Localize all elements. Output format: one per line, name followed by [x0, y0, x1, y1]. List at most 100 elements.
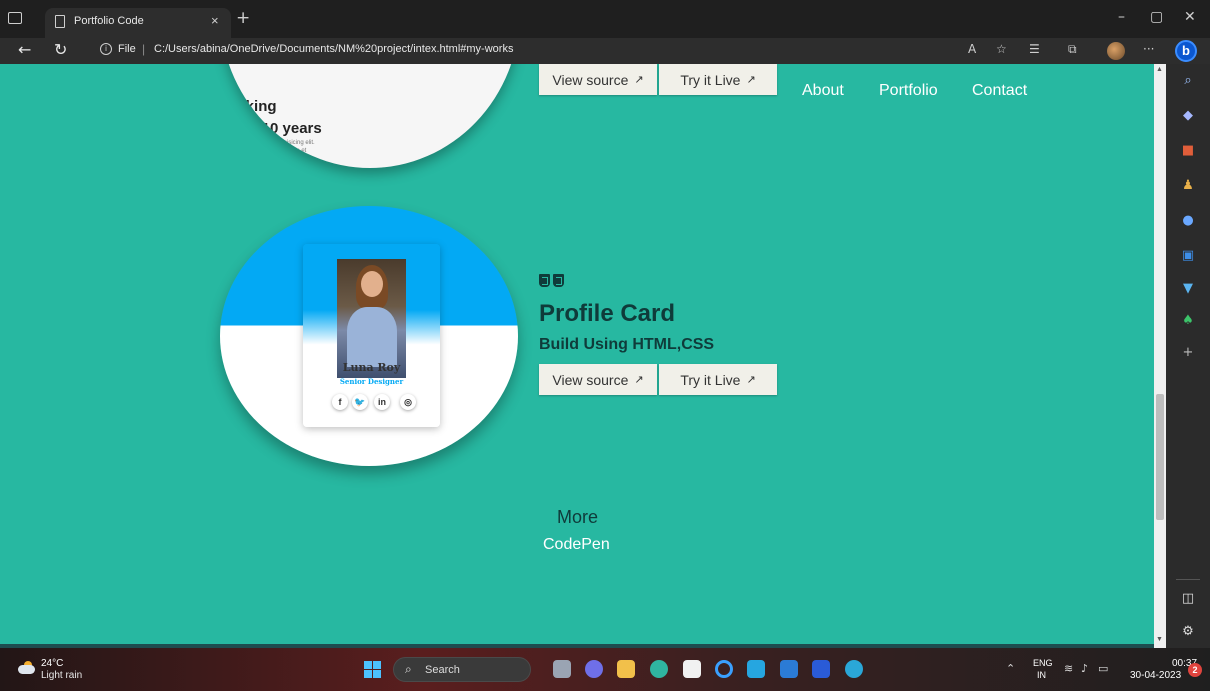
search-icon[interactable]: ⌕: [1181, 74, 1195, 88]
tab-actions-icon[interactable]: [8, 12, 22, 24]
url-scheme: File: [118, 43, 136, 55]
vscode-icon[interactable]: [780, 660, 798, 678]
preview-text-line: tetur adipisicing elit.: [262, 140, 315, 146]
bing-copilot-icon[interactable]: b: [1175, 40, 1197, 62]
sidebar-divider: [1176, 579, 1200, 580]
css3-icon: [553, 274, 564, 287]
teams-chat-icon[interactable]: [585, 660, 603, 678]
view-source-button[interactable]: View source ↗: [539, 364, 657, 395]
games-icon[interactable]: ♟: [1181, 179, 1195, 193]
try-live-label: Try it Live: [680, 71, 741, 88]
scroll-up-icon[interactable]: ▲: [1156, 66, 1163, 73]
edge-icon[interactable]: [845, 660, 863, 678]
try-live-button[interactable]: Try it Live ↗: [659, 64, 777, 95]
task-view-icon[interactable]: [553, 660, 571, 678]
profile-name: Luna Roy: [342, 361, 401, 374]
scroll-down-icon[interactable]: ▼: [1156, 636, 1163, 643]
volume-icon[interactable]: ♪: [1081, 662, 1088, 675]
codepen-link[interactable]: CodePen: [543, 536, 610, 554]
shopping-icon[interactable]: ◆: [1181, 109, 1195, 123]
search-label: Search: [425, 664, 460, 676]
more-menu-icon[interactable]: ···: [1143, 42, 1154, 56]
restore-icon[interactable]: ▢: [1150, 9, 1163, 25]
try-live-button[interactable]: Try it Live ↗: [659, 364, 777, 395]
microsoft-365-icon[interactable]: ●: [1181, 214, 1195, 228]
add-icon[interactable]: +: [1181, 346, 1195, 360]
hide-sidebar-icon[interactable]: ◫: [1181, 592, 1195, 606]
browser-toolbar: ← ↻ i File | C:/Users/abina/OneDrive/Doc…: [0, 38, 1210, 64]
view-source-label: View source: [552, 71, 629, 88]
web-page: making st for 10 years tetur adipisicing…: [0, 64, 1154, 644]
store-icon[interactable]: [683, 660, 701, 678]
project-subtitle: Build Using HTML,CSS: [539, 336, 715, 353]
browser-title-bar: Portfolio Code × + – ▢ ✕: [0, 0, 1210, 38]
html5-icon: [539, 274, 550, 287]
scrollbar-thumb[interactable]: [1156, 394, 1164, 520]
new-tab-icon[interactable]: +: [236, 8, 250, 28]
region-indicator[interactable]: IN: [1037, 670, 1046, 680]
instagram-icon[interactable]: ◎: [400, 394, 416, 410]
nav-contact[interactable]: Contact: [972, 82, 1027, 100]
tech-icons: [539, 274, 564, 287]
info-icon[interactable]: i: [100, 43, 112, 55]
app-l-icon[interactable]: [747, 660, 765, 678]
tree-icon[interactable]: ♠: [1181, 314, 1195, 328]
page-icon: [55, 15, 65, 28]
profile-avatar[interactable]: [1107, 42, 1125, 60]
battery-icon[interactable]: ▭: [1098, 662, 1108, 675]
nav-portfolio[interactable]: Portfolio: [879, 82, 938, 100]
facebook-icon[interactable]: f: [332, 394, 348, 410]
file-explorer-icon[interactable]: [617, 660, 635, 678]
outlook-icon[interactable]: ▣: [1181, 249, 1195, 263]
try-live-label: Try it Live: [680, 371, 741, 388]
collections-icon[interactable]: ⧉: [1068, 42, 1077, 57]
view-source-label: View source: [552, 371, 629, 388]
tray-overflow-icon[interactable]: ⌃: [1006, 662, 1015, 675]
edge-dev-icon[interactable]: [650, 660, 668, 678]
preview-text-line: erendis et: [280, 148, 307, 154]
nav-about[interactable]: About: [802, 82, 844, 100]
external-link-icon: ↗: [746, 73, 756, 86]
favorites-list-icon[interactable]: ☰: [1029, 42, 1040, 56]
minimize-icon[interactable]: –: [1118, 9, 1125, 25]
notification-badge[interactable]: 2: [1188, 663, 1202, 677]
weather-temperature[interactable]: 24°C: [41, 658, 63, 669]
twitter-icon[interactable]: 🐦: [352, 394, 368, 410]
search-icon: ⌕: [405, 662, 412, 676]
tools-icon[interactable]: ■: [1181, 144, 1195, 158]
refresh-icon[interactable]: ↻: [54, 40, 67, 59]
profile-role: Senior Designer: [339, 377, 404, 386]
linkedin-icon[interactable]: in: [374, 394, 390, 410]
project-title: Profile Card: [539, 300, 676, 327]
external-link-icon: ↗: [634, 373, 644, 386]
language-indicator[interactable]: ENG: [1033, 658, 1053, 668]
page-scrollbar[interactable]: ▲ ▼: [1154, 64, 1166, 648]
weather-icon[interactable]: [18, 661, 35, 674]
edge-sidebar: ⌕ ◆ ■ ♟ ● ▣ ▼ ♠ + ◫ ⚙: [1166, 64, 1210, 648]
clock-date[interactable]: 30-04-2023: [1130, 670, 1181, 681]
preview-text-line: making: [224, 98, 277, 115]
url-separator: |: [142, 42, 146, 56]
windows-taskbar: 24°C Light rain ⌕ Search ⌃ ENG IN ≋ ♪ ▭ …: [0, 648, 1210, 691]
external-link-icon: ↗: [634, 73, 644, 86]
previous-project-preview: making st for 10 years tetur adipisicing…: [220, 64, 520, 168]
wifi-icon[interactable]: ≋: [1064, 662, 1073, 675]
view-source-button[interactable]: View source ↗: [539, 64, 657, 95]
weather-condition[interactable]: Light rain: [41, 670, 82, 681]
settings-icon[interactable]: ⚙: [1181, 625, 1195, 639]
tab-title: Portfolio Code: [74, 15, 144, 27]
word-icon[interactable]: [812, 660, 830, 678]
taskbar-search[interactable]: ⌕ Search: [393, 657, 531, 682]
window-close-icon[interactable]: ✕: [1184, 9, 1196, 25]
read-aloud-icon[interactable]: A: [968, 42, 976, 56]
start-icon[interactable]: [364, 661, 381, 678]
drop-icon[interactable]: ▼: [1181, 282, 1195, 296]
back-icon[interactable]: ←: [18, 40, 31, 59]
favorite-icon[interactable]: ☆: [996, 42, 1007, 56]
cortana-icon[interactable]: [715, 660, 733, 678]
more-heading: More: [557, 507, 599, 527]
profile-card-preview: Luna Roy Senior Designer f 🐦 in ◎: [303, 244, 440, 427]
address-bar[interactable]: C:/Users/abina/OneDrive/Documents/NM%20p…: [154, 43, 513, 55]
tab-close-icon[interactable]: ×: [211, 13, 219, 28]
browser-tab[interactable]: Portfolio Code ×: [45, 8, 231, 38]
